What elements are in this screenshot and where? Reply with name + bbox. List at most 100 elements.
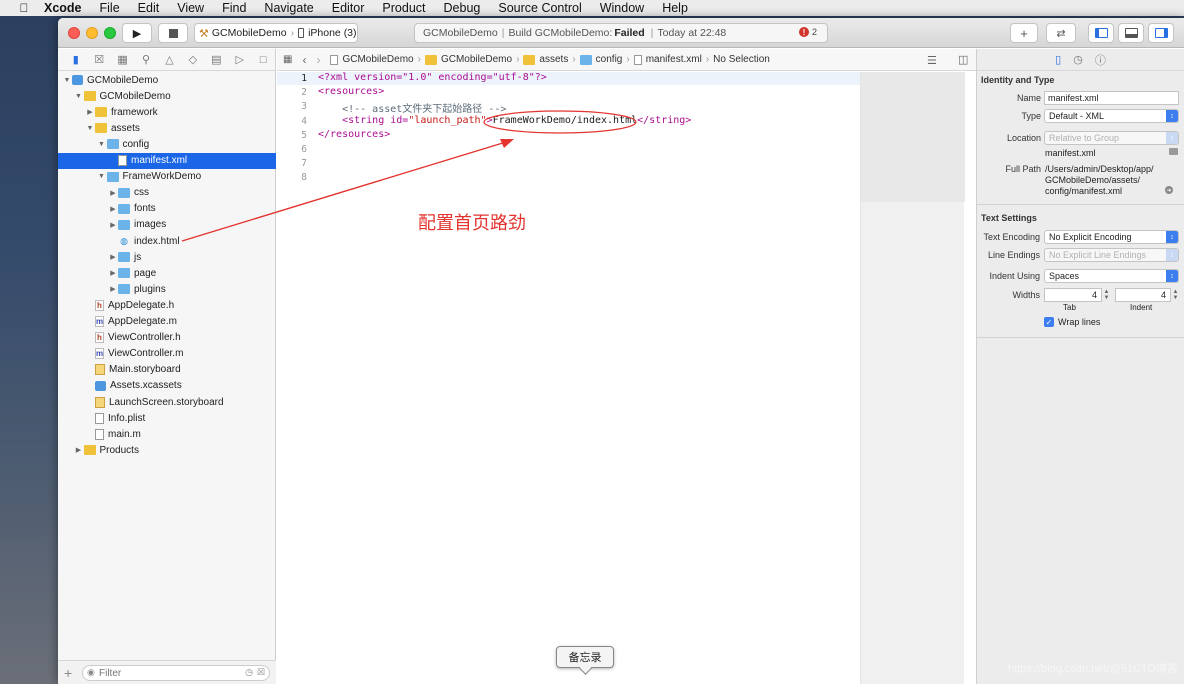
text-encoding-popup[interactable]: No Explicit Encoding ↕	[1044, 230, 1179, 244]
symbol-icon[interactable]: ▦	[111, 53, 134, 66]
tree-item[interactable]: m ViewController.m	[58, 346, 276, 362]
test-icon[interactable]: ◇	[181, 53, 204, 66]
menu-find[interactable]: Find	[222, 1, 246, 15]
zoom-window-button[interactable]	[104, 27, 116, 39]
close-window-button[interactable]	[68, 27, 80, 39]
filter-field[interactable]: ◉ ◷ ☒	[82, 665, 270, 681]
wrap-lines-checkbox[interactable]: ✓	[1044, 317, 1054, 327]
jumpbar-file[interactable]: manifest.xml	[633, 54, 702, 65]
tree-item[interactable]: ▼ config	[58, 136, 276, 152]
disclosure-closed-icon[interactable]: ▶	[74, 446, 84, 454]
menu-file[interactable]: File	[100, 1, 120, 15]
menu-app-name[interactable]: Xcode	[44, 1, 82, 15]
tree-item[interactable]: ▶ plugins	[58, 281, 276, 297]
library-button[interactable]: +	[1010, 23, 1038, 43]
tree-item[interactable]: ▶ page	[58, 265, 276, 281]
warning-icon[interactable]: △	[158, 53, 181, 66]
code-line[interactable]: <!-- asset文件夹下起始路径 -->	[318, 100, 506, 115]
error-badge[interactable]: ! 2	[798, 27, 817, 37]
disclosure-open-icon[interactable]: ▼	[74, 93, 84, 100]
disclosure-closed-icon[interactable]: ▶	[108, 189, 118, 197]
code-line[interactable]: <?xml version="1.0" encoding="utf-8"?>	[318, 72, 547, 83]
tree-item[interactable]: main.m	[58, 426, 276, 442]
tree-item[interactable]: manifest.xml	[58, 152, 276, 169]
indent-width-field[interactable]: 4	[1115, 288, 1171, 302]
tree-item[interactable]: ▶ js	[58, 249, 276, 265]
tree-item[interactable]: Main.storyboard	[58, 362, 276, 378]
line-endings-popup[interactable]: No Explicit Line Endings ↕	[1044, 248, 1179, 262]
reveal-arrow-icon[interactable]: ➜	[1165, 186, 1173, 194]
breakpoint-icon[interactable]: ▷	[228, 53, 251, 66]
menu-debug[interactable]: Debug	[444, 1, 481, 15]
stop-button[interactable]	[158, 23, 188, 43]
tree-item[interactable]: h ViewController.h	[58, 330, 276, 346]
menu-help[interactable]: Help	[662, 1, 688, 15]
tree-item[interactable]: ▶ images	[58, 217, 276, 233]
jumpbar-project[interactable]: GCMobileDemo	[330, 54, 414, 65]
search-icon[interactable]: ⚲	[134, 53, 157, 66]
jumpbar-group[interactable]: GCMobileDemo	[424, 54, 512, 65]
add-editor-icon[interactable]: ◫	[958, 53, 968, 66]
menu-source-control[interactable]: Source Control	[498, 1, 581, 15]
run-button[interactable]: ▶	[122, 23, 152, 43]
disclosure-closed-icon[interactable]: ▶	[108, 253, 118, 261]
folder-icon[interactable]: ▮	[64, 53, 87, 66]
forward-icon[interactable]: ›	[316, 53, 320, 67]
tree-item[interactable]: ▼ FrameWorkDemo	[58, 169, 276, 185]
minimap[interactable]	[860, 72, 965, 684]
folder-icon[interactable]	[1169, 148, 1178, 155]
scm-filter-icon[interactable]: ☒	[257, 667, 265, 678]
add-file-icon[interactable]: +	[64, 665, 72, 681]
scheme-selector[interactable]: ⚒ GCMobileDemo › iPhone (3)	[194, 23, 358, 43]
disclosure-closed-icon[interactable]: ▶	[85, 108, 95, 116]
type-popup[interactable]: Default - XML ↕	[1044, 109, 1179, 123]
jumpbar-config[interactable]: config	[579, 54, 622, 65]
code-line[interactable]: <string id="launch_path">FrameWorkDemo/i…	[318, 115, 691, 126]
tree-item[interactable]: ▶ fonts	[58, 201, 276, 217]
disclosure-closed-icon[interactable]: ▶	[108, 205, 118, 213]
menu-editor[interactable]: Editor	[332, 1, 365, 15]
code-line[interactable]: </resources>	[318, 129, 390, 140]
debug-icon[interactable]: ▤	[205, 53, 228, 66]
history-icon[interactable]: ◷	[1073, 53, 1083, 66]
disclosure-closed-icon[interactable]: ▶	[108, 269, 118, 277]
related-items-icon[interactable]: ▦	[283, 54, 292, 65]
tab-width-stepper[interactable]: ▲ ▼	[1103, 288, 1110, 302]
lines-menu-icon[interactable]: ☰	[927, 54, 937, 67]
apple-menu-icon[interactable]: 	[16, 1, 32, 15]
minimize-window-button[interactable]	[86, 27, 98, 39]
filter-input[interactable]	[99, 668, 229, 679]
location-popup[interactable]: Relative to Group ↕	[1044, 131, 1179, 145]
code-area[interactable]: 1 <?xml version="1.0" encoding="utf-8"?> 2…	[277, 72, 860, 684]
tree-item[interactable]: m AppDelegate.m	[58, 314, 276, 330]
menu-edit[interactable]: Edit	[138, 1, 160, 15]
file-inspector-icon[interactable]: ▯	[1055, 53, 1061, 66]
tree-item[interactable]: ▶ framework	[58, 104, 276, 120]
disclosure-open-icon[interactable]: ▼	[97, 141, 107, 148]
toggle-inspector-button[interactable]	[1148, 23, 1174, 43]
tree-item[interactable]: ▶ Products	[58, 442, 276, 458]
menu-window[interactable]: Window	[600, 1, 644, 15]
recent-files-icon[interactable]: ◷	[245, 667, 253, 678]
report-icon[interactable]: □	[252, 54, 275, 66]
tree-item[interactable]: ◍ index.html	[58, 233, 276, 249]
disclosure-open-icon[interactable]: ▼	[62, 77, 72, 84]
back-icon[interactable]: ‹	[302, 53, 306, 67]
menu-view[interactable]: View	[177, 1, 204, 15]
indent-width-stepper[interactable]: ▲ ▼	[1172, 288, 1179, 302]
tab-width-field[interactable]: 4	[1044, 288, 1102, 302]
tree-item[interactable]: ▶ css	[58, 185, 276, 201]
disclosure-open-icon[interactable]: ▼	[85, 125, 95, 132]
disclosure-open-icon[interactable]: ▼	[97, 173, 107, 180]
tree-item[interactable]: Info.plist	[58, 410, 276, 426]
disclosure-closed-icon[interactable]: ▶	[108, 221, 118, 229]
toggle-debug-area-button[interactable]	[1118, 23, 1144, 43]
jumpbar-assets[interactable]: assets	[523, 54, 568, 65]
disclosure-closed-icon[interactable]: ▶	[108, 285, 118, 293]
tree-item[interactable]: Assets.xcassets	[58, 378, 276, 394]
tree-item[interactable]: ▼ GCMobileDemo	[58, 88, 276, 104]
code-review-button[interactable]: ⇄	[1046, 23, 1076, 43]
name-field[interactable]: manifest.xml	[1044, 91, 1179, 105]
tree-item[interactable]: LaunchScreen.storyboard	[58, 394, 276, 410]
help-icon[interactable]: ⓘ	[1095, 52, 1106, 68]
